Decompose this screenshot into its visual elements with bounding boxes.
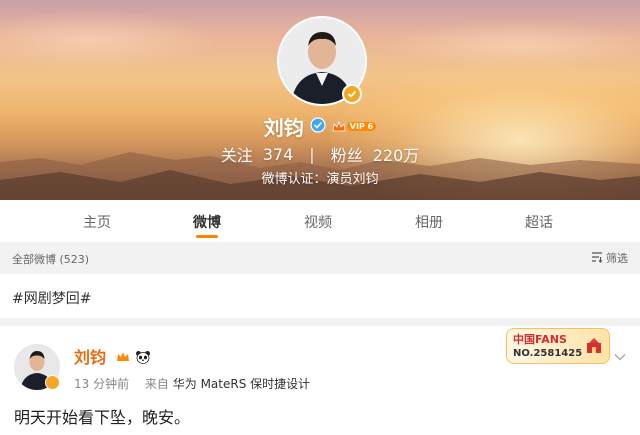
cloud-decoration (0, 10, 220, 70)
topic-card[interactable]: #网剧梦回# (0, 274, 640, 318)
post-meta: 13 分钟前 来自 华为 MateRS 保时捷设计 (74, 375, 310, 392)
following-label[interactable]: 关注 (221, 142, 253, 166)
post-time: 13 分钟前 (74, 377, 130, 391)
topic-hashtag[interactable]: #网剧梦回# (12, 288, 91, 308)
fans-badge[interactable]: 中国FANS NO.2581425 (506, 328, 610, 364)
filter-button[interactable]: 筛选 (591, 250, 628, 266)
tab-album[interactable]: 相册 (415, 212, 443, 232)
tab-home[interactable]: 主页 (83, 212, 111, 232)
post-text: 明天开始看下坠，晚安。 (14, 408, 191, 427)
active-tab-indicator (196, 235, 218, 238)
tab-weibo[interactable]: 微博 (193, 212, 221, 232)
verified-icon (342, 84, 362, 104)
post-source-prefix: 来自 (144, 377, 169, 391)
vip-level-label: VIP 6 (346, 122, 377, 131)
profile-name-row: 刘钧 VIP 6 (0, 112, 640, 141)
post-author-name-text: 刘钧 (74, 348, 107, 367)
tab-video[interactable]: 视频 (304, 212, 332, 232)
vip-crown-icon (116, 349, 130, 368)
blue-v-icon (310, 116, 326, 137)
weibo-count-label: 全部微博 (523) (12, 253, 90, 266)
certification-text: 微博认证：演员刘钧 (261, 172, 379, 187)
profile-tabs: 主页 微博 视频 相册 超话 (0, 200, 640, 242)
vip-crown-icon[interactable]: VIP 6 (332, 120, 377, 134)
following-count[interactable]: 374 (263, 145, 294, 164)
feed-filter-bar: 全部微博 (523) 筛选 (0, 242, 640, 272)
fans-label[interactable]: 粉丝 (331, 142, 363, 166)
chevron-down-icon[interactable] (614, 346, 626, 365)
post-source-device[interactable]: 华为 MateRS 保时捷设计 (173, 377, 310, 391)
fans-badge-title: 中国FANS (513, 333, 567, 346)
filter-icon (591, 251, 603, 266)
stats-separator: | (309, 144, 315, 164)
post-author-name[interactable]: 刘钧 (74, 344, 151, 368)
flag-icon (585, 337, 603, 359)
cloud-decoration (380, 20, 640, 70)
fans-count[interactable]: 220万 (373, 142, 420, 166)
post-verified-icon (45, 375, 60, 390)
profile-stats: 关注 374 | 粉丝 220万 (0, 142, 640, 166)
panda-icon (135, 349, 151, 368)
profile-name: 刘钧 (263, 116, 304, 140)
filter-label: 筛选 (606, 252, 628, 265)
fans-badge-number: NO.2581425 (513, 348, 583, 359)
tab-super-topic[interactable]: 超话 (525, 212, 553, 232)
